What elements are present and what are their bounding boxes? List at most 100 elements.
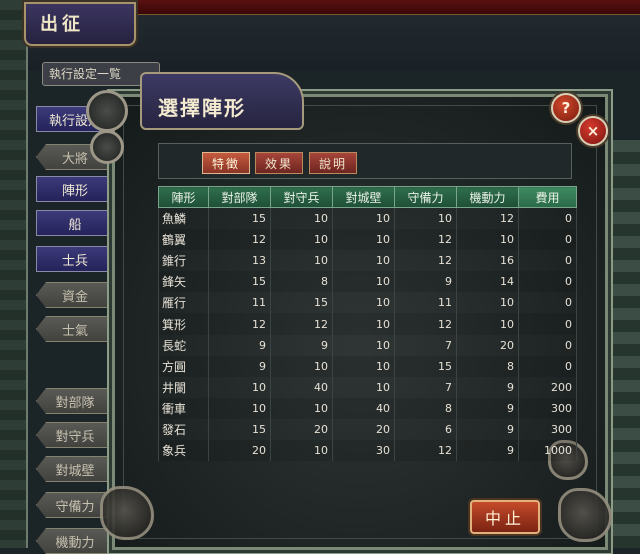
stat-cell: 15 — [270, 292, 333, 314]
stat-cell: 10 — [456, 292, 519, 314]
table-row[interactable]: 雁行 11 15 10 11 10 0 — [158, 292, 577, 314]
stat-cell: 10 — [270, 440, 333, 462]
sidebar-item[interactable]: 資金 — [36, 282, 114, 308]
cancel-button[interactable]: 中止 — [470, 500, 540, 534]
stat-cell: 10 — [456, 229, 519, 251]
tab-description[interactable]: 說明 — [309, 152, 357, 174]
stat-cell: 10 — [394, 207, 457, 230]
sidebar-item[interactable]: 陣形 — [36, 176, 114, 202]
right-lattice-border — [604, 140, 640, 548]
stat-cell: 20 — [270, 418, 333, 441]
formation-name: 象兵 — [158, 440, 209, 462]
stat-cell: 11 — [208, 292, 271, 314]
formation-name: 井闌 — [158, 376, 209, 398]
stat-cell: 10 — [332, 292, 395, 314]
column-header: 陣形 — [158, 186, 209, 208]
stat-cell: 9 — [270, 334, 333, 356]
table-row[interactable]: 長蛇 9 9 10 7 20 0 — [158, 334, 577, 356]
stat-cell: 10 — [208, 376, 271, 398]
stat-cell: 10 — [332, 355, 395, 377]
column-header[interactable]: 對城壁 — [332, 186, 395, 208]
stat-cell: 12 — [394, 229, 457, 251]
stat-cell: 15 — [208, 418, 271, 441]
column-header[interactable]: 機動力 — [456, 186, 519, 208]
help-button[interactable]: ? — [551, 93, 581, 123]
table-row[interactable]: 象兵 20 10 30 12 9 1000 — [158, 440, 577, 462]
formation-name: 鶴翼 — [158, 229, 209, 251]
stat-cell: 12 — [394, 313, 457, 335]
table-row[interactable]: 衝車 10 10 40 8 9 300 — [158, 397, 577, 419]
column-header[interactable]: 對守兵 — [270, 186, 333, 208]
close-button[interactable]: × — [578, 116, 608, 146]
table-row[interactable]: 錐行 13 10 10 12 16 0 — [158, 250, 577, 272]
stat-cell: 20 — [332, 418, 395, 441]
stat-cell: 0 — [518, 271, 577, 293]
stat-cell: 16 — [456, 250, 519, 272]
column-header[interactable]: 對部隊 — [208, 186, 271, 208]
formation-name: 發石 — [158, 418, 209, 441]
stat-cell: 12 — [208, 229, 271, 251]
sidebar-item[interactable]: 士氣 — [36, 316, 114, 342]
formation-name: 箕形 — [158, 313, 209, 335]
table-row[interactable]: 發石 15 20 20 6 9 300 — [158, 418, 577, 441]
stat-cell: 8 — [394, 397, 457, 419]
question-icon: ? — [561, 99, 571, 117]
table-row[interactable]: 方圓 9 10 10 15 8 0 — [158, 355, 577, 377]
sidebar-item[interactable]: 對守兵 — [36, 422, 114, 448]
stat-cell: 10 — [270, 355, 333, 377]
stat-cell: 14 — [456, 271, 519, 293]
stat-cell: 1000 — [518, 440, 577, 462]
stat-cell: 12 — [456, 207, 519, 230]
stat-cell: 9 — [456, 440, 519, 462]
table-row[interactable]: 鶴翼 12 10 10 12 10 0 — [158, 229, 577, 251]
stat-cell: 10 — [332, 313, 395, 335]
stat-cell: 9 — [456, 376, 519, 398]
table-header-row: 陣形 對部隊 對守兵 對城壁 守備力 機動力 費用 — [158, 186, 577, 208]
sidebar-item[interactable]: 對部隊 — [36, 388, 114, 414]
stat-cell: 0 — [518, 292, 577, 314]
table-row[interactable]: 魚鱗 15 10 10 10 12 0 — [158, 207, 577, 230]
stat-cell: 40 — [270, 376, 333, 398]
stat-cell: 11 — [394, 292, 457, 314]
scroll-ornament-icon — [90, 130, 124, 164]
stat-cell: 10 — [456, 313, 519, 335]
stat-cell: 8 — [456, 355, 519, 377]
column-header-cost[interactable]: 費用 — [518, 186, 577, 208]
formation-name: 方圓 — [158, 355, 209, 377]
stat-cell: 10 — [332, 376, 395, 398]
stat-cell: 12 — [270, 313, 333, 335]
stat-cell: 10 — [270, 250, 333, 272]
stat-cell: 6 — [394, 418, 457, 441]
formation-name: 魚鱗 — [158, 207, 209, 230]
stat-cell: 7 — [394, 334, 457, 356]
stat-cell: 10 — [332, 271, 395, 293]
dialog-title: 選擇陣形 — [158, 96, 246, 120]
stat-cell: 15 — [394, 355, 457, 377]
stat-cell: 12 — [208, 313, 271, 335]
stat-cell: 13 — [208, 250, 271, 272]
table-row[interactable]: 井闌 10 40 10 7 9 200 — [158, 376, 577, 398]
sidebar-item[interactable]: 船 — [36, 210, 114, 236]
table-row[interactable]: 箕形 12 12 10 12 10 0 — [158, 313, 577, 335]
stat-cell: 20 — [208, 440, 271, 462]
top-banner — [100, 0, 640, 15]
stat-cell: 10 — [208, 397, 271, 419]
stat-cell: 9 — [394, 271, 457, 293]
tab-effects[interactable]: 效果 — [255, 152, 303, 174]
stat-cell: 0 — [518, 250, 577, 272]
tab-features[interactable]: 特徵 — [202, 152, 250, 174]
stat-cell: 9 — [456, 397, 519, 419]
dragon-ornament-icon — [86, 90, 128, 132]
stat-cell: 9 — [208, 334, 271, 356]
sidebar-item[interactable]: 機動力 — [36, 528, 114, 554]
sidebar-item[interactable]: 對城壁 — [36, 456, 114, 482]
stat-cell: 0 — [518, 313, 577, 335]
column-header[interactable]: 守備力 — [394, 186, 457, 208]
table-row[interactable]: 鋒矢 15 8 10 9 14 0 — [158, 271, 577, 293]
sidebar-item[interactable]: 士兵 — [36, 246, 114, 272]
stat-cell: 10 — [270, 229, 333, 251]
left-lattice-border — [0, 0, 28, 548]
stat-cell: 10 — [270, 397, 333, 419]
stat-cell: 10 — [332, 229, 395, 251]
stat-cell: 0 — [518, 207, 577, 230]
